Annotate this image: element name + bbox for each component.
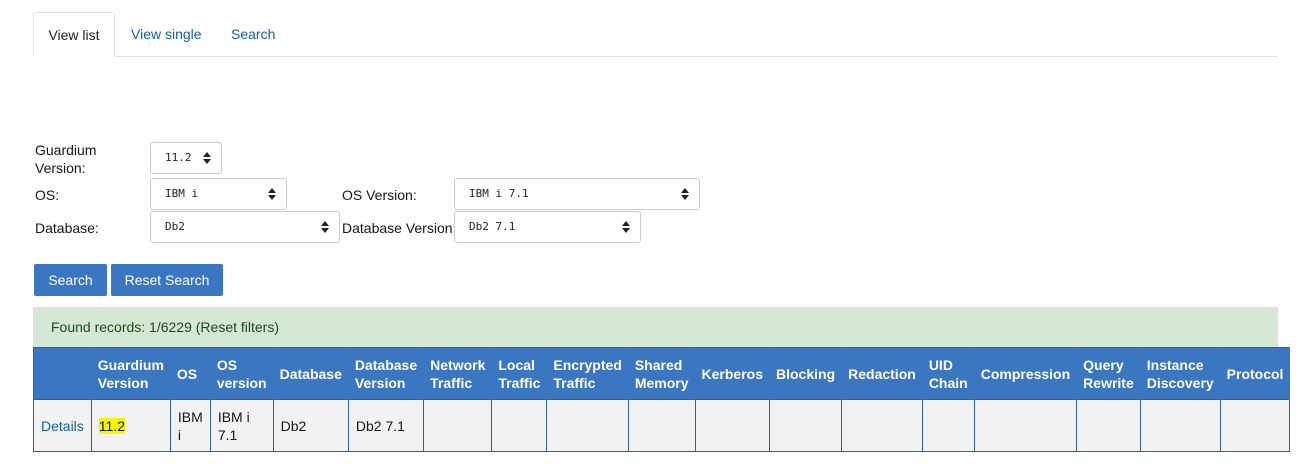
column-header-actions [33,347,92,400]
guardium-version-select-value: 11.2 [165,151,192,164]
reset-search-button[interactable]: Reset Search [111,264,223,296]
os-select[interactable]: IBM i [150,178,287,210]
table-cell [1076,399,1141,452]
column-header-network-traffic[interactable]: Network Traffic [423,347,493,400]
chevron-updown-icon [268,188,276,200]
database-version-label: Database Version: [342,220,457,236]
results-table: Guardium Version OS OS version Database … [33,347,1291,452]
table-cell: 11.2 [90,399,171,452]
column-header-uid-chain[interactable]: UID Chain [922,347,975,400]
chevron-updown-icon [321,221,329,233]
guardium-version-label: Guardium Version: [35,142,97,176]
table-header-row: Guardium Version OS OS version Database … [33,347,1291,400]
column-header-encrypted-traffic[interactable]: Encrypted Traffic [546,347,629,400]
chevron-updown-icon [622,221,630,233]
os-version-label: OS Version: [342,187,417,203]
os-label: OS: [35,187,60,203]
found-records-count: Found records: 1/6229 [51,319,192,335]
table-cell [768,399,843,452]
column-header-os[interactable]: OS [170,347,211,400]
chevron-updown-icon [203,152,211,164]
database-select-value: Db2 [165,220,185,233]
database-version-select-value: Db2 7.1 [469,220,516,233]
table-cell [627,399,696,452]
column-header-kerberos[interactable]: Kerberos [695,347,771,400]
guardium-version-cell-highlight: 11.2 [98,417,126,434]
details-link[interactable]: Details [41,418,84,434]
chevron-updown-icon [681,188,689,200]
column-header-blocking[interactable]: Blocking [769,347,843,400]
column-header-database-version[interactable]: Database Version [348,347,425,400]
table-cell: IBM i 7.1 [209,399,274,452]
table-cell [921,399,975,452]
table-cell [423,399,493,452]
column-header-redaction[interactable]: Redaction [841,347,923,400]
table-cell: Db2 7.1 [347,399,425,452]
column-header-instance-discovery[interactable]: Instance Discovery [1140,347,1221,400]
table-cell [491,399,548,452]
os-select-value: IBM i [165,187,199,200]
database-version-select[interactable]: Db2 7.1 [454,211,641,243]
column-header-database[interactable]: Database [273,347,349,400]
table-cell [546,399,629,452]
table-cell [694,399,771,452]
guardium-version-select[interactable]: 11.2 [150,142,222,174]
table-cell [973,399,1078,452]
reset-filters-link[interactable]: (Reset filters) [196,319,279,335]
table-cell [841,399,923,452]
tab-view-single[interactable]: View single [131,12,202,57]
table-cell: IBM i [169,399,211,452]
tab-search[interactable]: Search [231,12,275,57]
database-label: Database: [35,220,99,236]
column-header-local-traffic[interactable]: Local Traffic [491,347,548,400]
database-select[interactable]: Db2 [150,211,340,243]
column-header-os-version[interactable]: OS version [210,347,274,400]
os-version-select-value: IBM i 7.1 [469,187,529,200]
details-link-cell: Details [33,399,92,452]
tab-bar: View list View single Search [33,12,1278,57]
table-cell [1219,399,1291,452]
tab-view-list[interactable]: View list [33,12,115,57]
column-header-compression[interactable]: Compression [974,347,1078,400]
table-row: Details 11.2 IBM i IBM i 7.1 Db2 Db2 7.1 [33,399,1291,452]
search-button[interactable]: Search [34,264,107,296]
table-cell: Db2 [272,399,349,452]
column-header-protocol[interactable]: Protocol [1220,347,1291,400]
column-header-query-rewrite[interactable]: Query Rewrite [1076,347,1141,400]
column-header-guardium-version[interactable]: Guardium Version [91,347,171,400]
table-cell [1139,399,1221,452]
found-records-bar: Found records: 1/6229 (Reset filters) [33,307,1278,347]
os-version-select[interactable]: IBM i 7.1 [454,178,700,210]
column-header-shared-memory[interactable]: Shared Memory [628,347,696,400]
